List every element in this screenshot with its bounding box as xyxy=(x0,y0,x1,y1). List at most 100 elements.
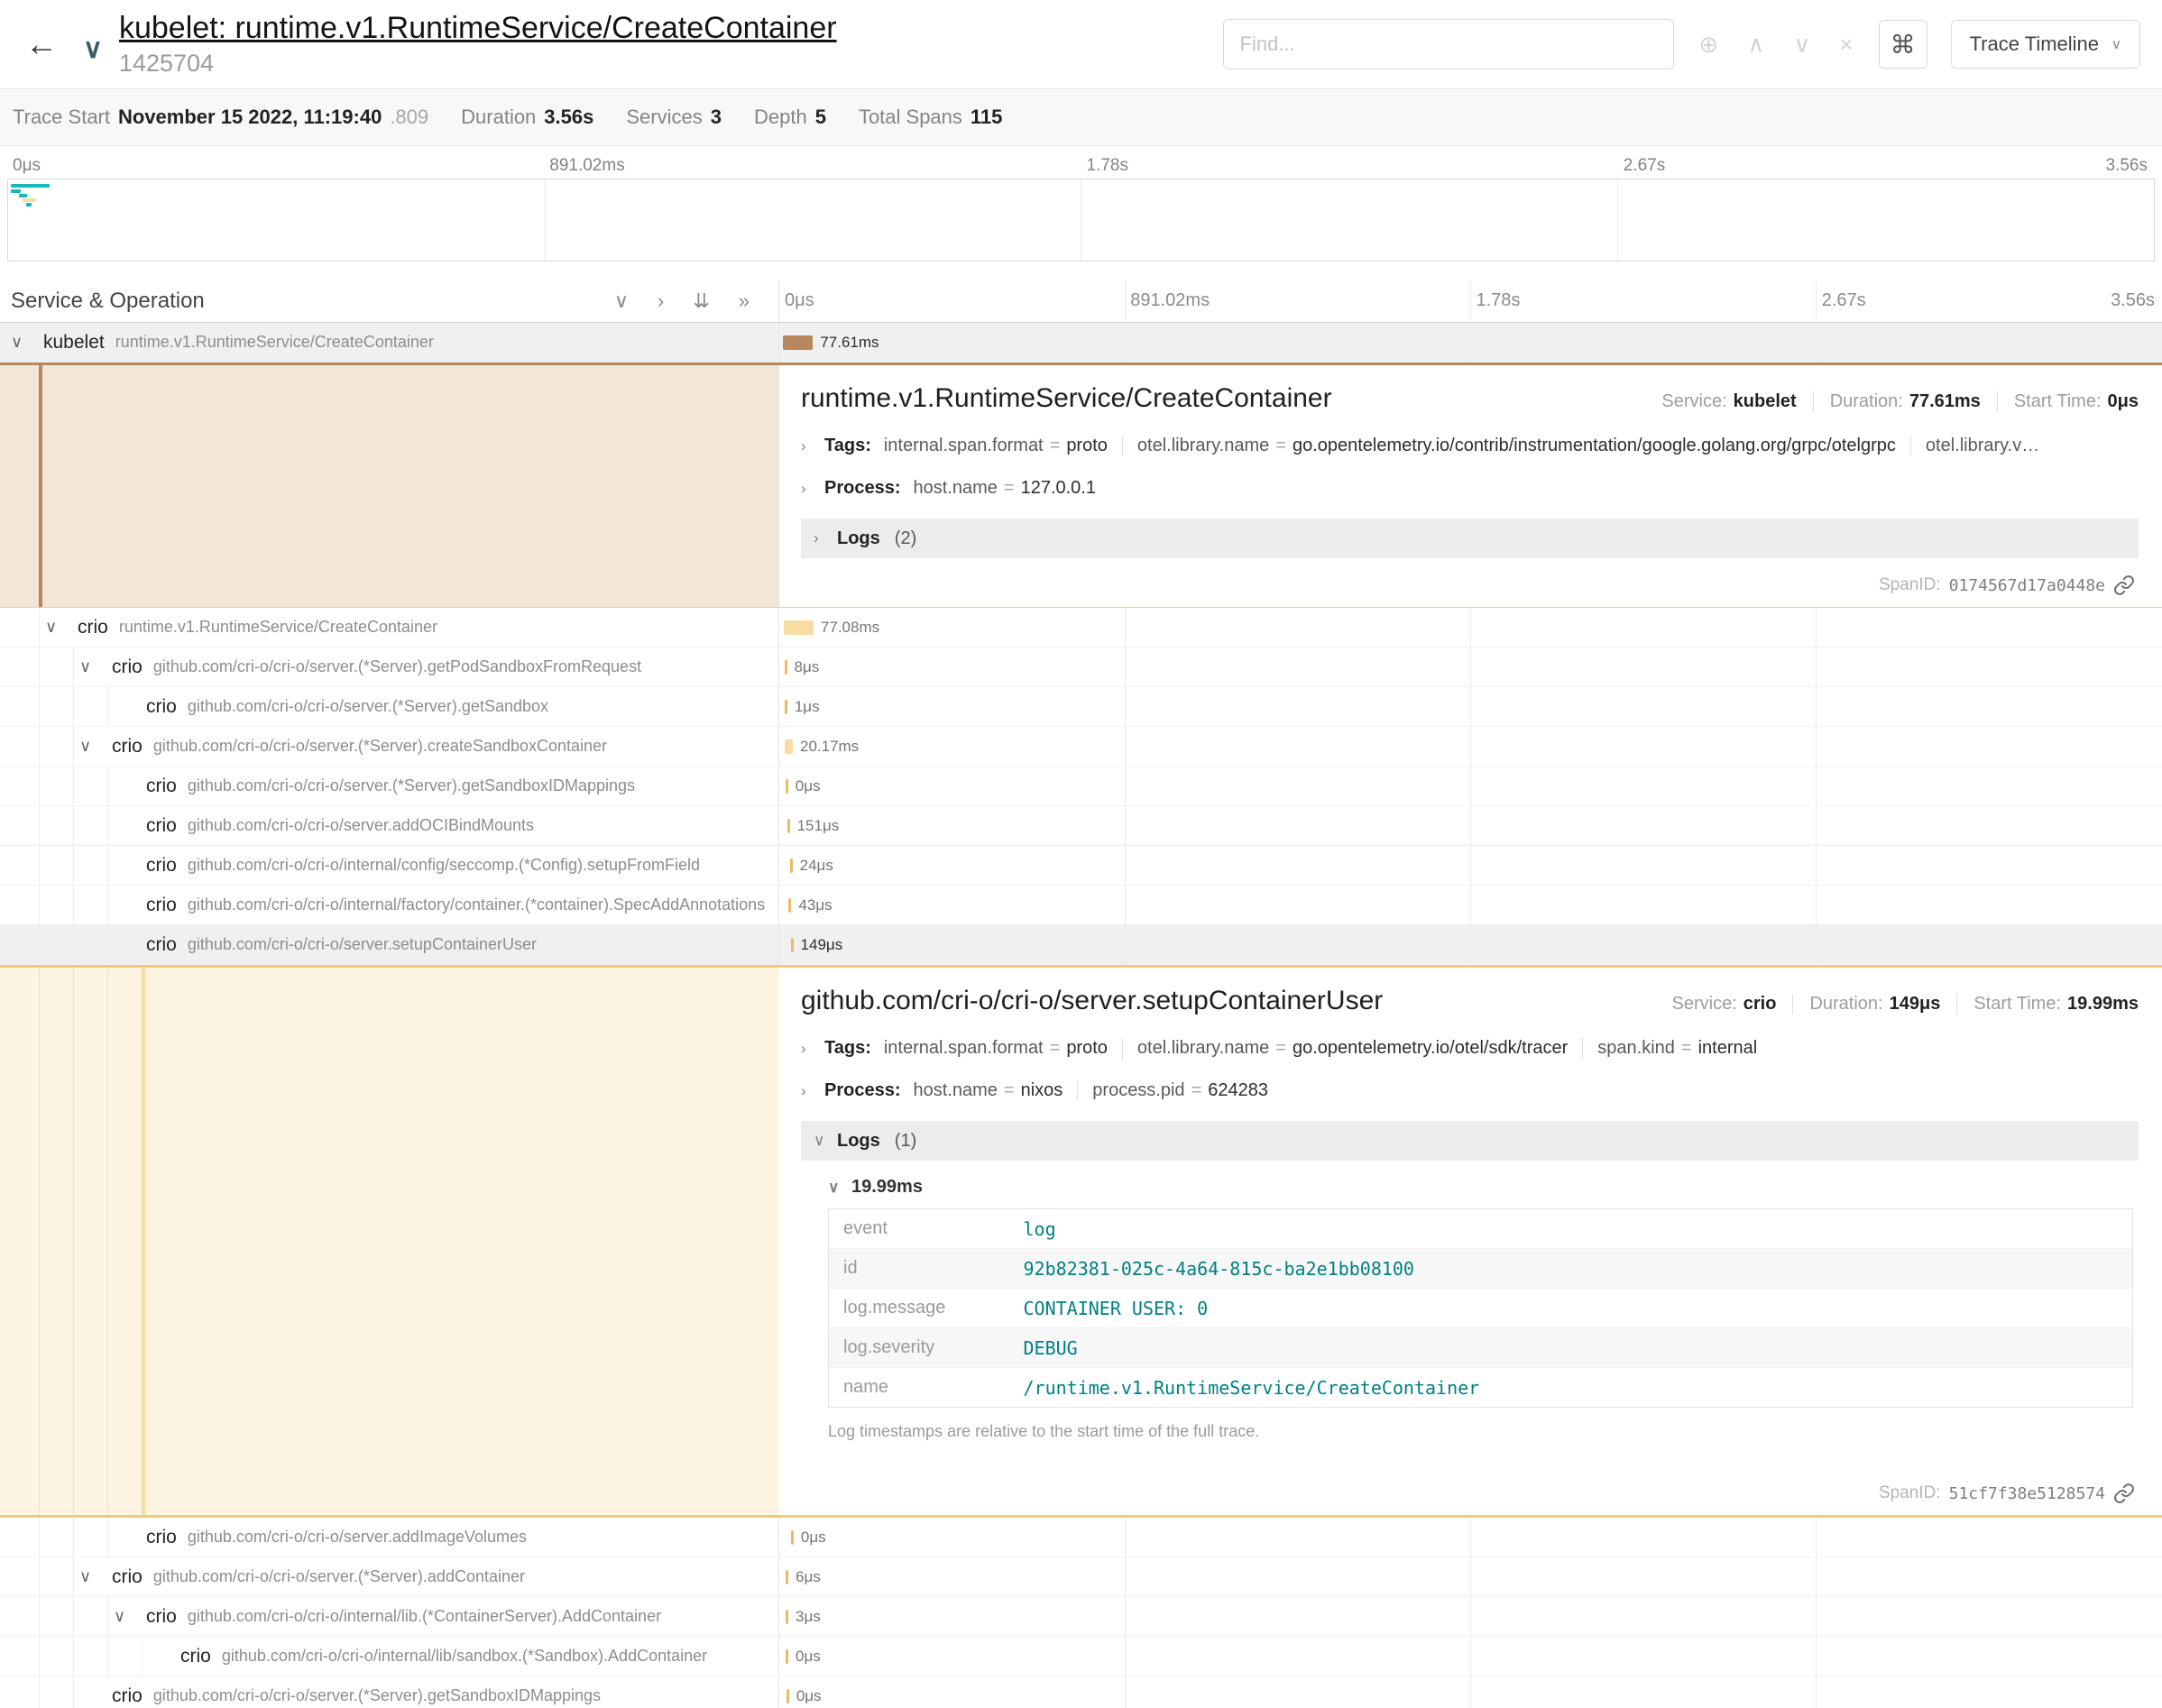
span-row[interactable]: ∨kubeletruntime.v1.RuntimeService/Create… xyxy=(0,323,2162,363)
span-duration-bar[interactable] xyxy=(783,335,813,350)
span-duration-label: 149μs xyxy=(801,936,843,954)
span-row[interactable]: ∨criogithub.com/cri-o/cri-o/internal/lib… xyxy=(0,1597,2162,1637)
span-duration-bar[interactable] xyxy=(787,819,790,833)
span-duration-bar[interactable] xyxy=(786,1610,788,1624)
span-row[interactable]: criogithub.com/cri-o/cri-o/server.setupC… xyxy=(0,925,2162,965)
expand-all-icon[interactable]: » xyxy=(739,289,750,313)
link-icon[interactable] xyxy=(2113,1483,2135,1504)
span-row[interactable]: criogithub.com/cri-o/cri-o/server.(*Serv… xyxy=(0,1676,2162,1708)
span-row[interactable]: criogithub.com/cri-o/cri-o/internal/lib/… xyxy=(0,1637,2162,1676)
find-zone: ⊕ ∧ ∨ × ⌘ Trace Timeline ∨ xyxy=(1223,19,2144,69)
span-duration-bar[interactable] xyxy=(786,1649,788,1664)
span-service-name: crio xyxy=(112,1566,143,1588)
span-duration-bar[interactable] xyxy=(791,938,794,952)
span-duration-bar[interactable] xyxy=(790,859,793,873)
span-service-name: crio xyxy=(146,895,177,916)
span-duration-bar[interactable] xyxy=(785,700,787,714)
tags-accordion[interactable]: › Tags: internal.span.format=protootel.l… xyxy=(801,436,2139,456)
find-match-controls: ⊕ ∧ ∨ × xyxy=(1699,31,1854,59)
tree-guide-line xyxy=(73,846,74,885)
span-bar-wrap: 77.61ms xyxy=(783,323,879,362)
trace-title-link[interactable]: kubelet: runtime.v1.RuntimeService/Creat… xyxy=(119,11,837,45)
tree-guide-line xyxy=(39,1637,40,1676)
span-toggle-icon[interactable]: ∨ xyxy=(79,737,112,756)
span-operation-name: runtime.v1.RuntimeService/CreateContaine… xyxy=(115,333,434,352)
tree-guide-line xyxy=(142,1637,143,1676)
tags-list: internal.span.format=protootel.library.n… xyxy=(884,1038,1771,1059)
process-accordion[interactable]: › Process: host.name=nixosprocess.pid=62… xyxy=(801,1080,2139,1101)
span-bar-wrap: 24μs xyxy=(790,846,833,885)
span-row[interactable]: criogithub.com/cri-o/cri-o/server.(*Serv… xyxy=(0,767,2162,806)
span-toggle-icon[interactable]: ∨ xyxy=(79,657,112,676)
span-duration-label: 20.17ms xyxy=(800,738,859,756)
keyboard-shortcuts-button[interactable]: ⌘ xyxy=(1879,20,1927,69)
tree-guide-line xyxy=(107,925,108,964)
match-target-icon[interactable]: ⊕ xyxy=(1699,31,1719,59)
span-duration-label: 1μs xyxy=(795,698,820,716)
span-duration-bar[interactable] xyxy=(788,898,791,913)
span-duration-bar[interactable] xyxy=(786,1570,788,1584)
tree-guide-line xyxy=(39,608,40,647)
span-row[interactable]: ∨criogithub.com/cri-o/cri-o/server.(*Ser… xyxy=(0,727,2162,767)
span-duration-bar[interactable] xyxy=(784,620,814,635)
span-row[interactable]: criogithub.com/cri-o/cri-o/internal/conf… xyxy=(0,846,2162,886)
span-timeline-cell: 151μs xyxy=(779,806,2162,845)
minimap-span-bar xyxy=(23,198,36,202)
log-field-row: log.severityDEBUG xyxy=(829,1328,2133,1368)
next-match-icon[interactable]: ∨ xyxy=(1793,31,1810,59)
collapse-one-icon[interactable]: ∨ xyxy=(614,289,629,313)
tags-accordion[interactable]: › Tags: internal.span.format=protootel.l… xyxy=(801,1038,2139,1059)
log-entry-toggle[interactable]: ∨ 19.99ms xyxy=(828,1177,2139,1198)
tree-guide-line xyxy=(73,687,74,726)
process-accordion[interactable]: › Process: host.name=127.0.0.1 xyxy=(801,478,2139,499)
span-duration-label: 24μs xyxy=(800,857,833,875)
span-operation-name: github.com/cri-o/cri-o/server.setupConta… xyxy=(188,935,537,954)
service-value: kubelet xyxy=(1734,391,1797,411)
span-id-row: SpanID: 0174567d17a0448e xyxy=(801,562,2139,607)
tags-list: internal.span.format=protootel.library.n… xyxy=(884,436,2054,456)
clear-search-icon[interactable]: × xyxy=(1839,31,1853,59)
span-duration-bar[interactable] xyxy=(786,779,788,794)
logs-accordion[interactable]: › Logs (2) xyxy=(801,519,2139,558)
span-row[interactable]: criogithub.com/cri-o/cri-o/server.addOCI… xyxy=(0,806,2162,846)
duration-label: Duration: xyxy=(1809,994,1882,1014)
trace-view-dropdown[interactable]: Trace Timeline ∨ xyxy=(1951,20,2140,69)
find-input[interactable] xyxy=(1223,19,1674,69)
tree-guide-line xyxy=(73,925,74,964)
logs-accordion[interactable]: ∨ Logs (1) xyxy=(801,1121,2139,1161)
minimap-canvas[interactable] xyxy=(7,179,2155,262)
tree-guide-line xyxy=(73,1518,74,1556)
trace-collapse-chevron-icon[interactable]: ∨ xyxy=(83,33,103,65)
span-duration-bar[interactable] xyxy=(791,1530,794,1545)
tree-guide-line xyxy=(73,1597,74,1636)
span-toggle-icon[interactable]: ∨ xyxy=(114,1607,146,1626)
span-duration-bar[interactable] xyxy=(785,660,787,675)
link-icon[interactable] xyxy=(2113,574,2135,596)
span-operation-name: github.com/cri-o/cri-o/internal/config/s… xyxy=(188,856,700,875)
span-row[interactable]: criogithub.com/cri-o/cri-o/internal/fact… xyxy=(0,886,2162,925)
span-row[interactable]: ∨criogithub.com/cri-o/cri-o/server.(*Ser… xyxy=(0,1557,2162,1597)
span-toggle-icon[interactable]: ∨ xyxy=(45,618,78,637)
command-icon: ⌘ xyxy=(1891,30,1916,60)
prev-match-icon[interactable]: ∧ xyxy=(1747,31,1764,59)
span-row[interactable]: ∨criogithub.com/cri-o/cri-o/server.(*Ser… xyxy=(0,647,2162,687)
key-value-pair: host.name=nixos xyxy=(914,1080,1078,1101)
span-toggle-icon[interactable]: ∨ xyxy=(11,333,43,352)
span-row[interactable]: criogithub.com/cri-o/cri-o/server.(*Serv… xyxy=(0,687,2162,727)
span-duration-bar[interactable] xyxy=(787,1689,789,1703)
key-value-pair: span.kind=internal xyxy=(1582,1038,1771,1059)
tree-guide-line xyxy=(107,806,108,845)
span-bar-wrap: 0μs xyxy=(786,767,821,805)
back-arrow-icon: ← xyxy=(25,25,58,62)
back-button[interactable]: ← xyxy=(25,25,58,63)
key-value-pair: internal.span.format=proto xyxy=(884,1038,1122,1059)
span-operation-name: github.com/cri-o/cri-o/server.(*Server).… xyxy=(188,776,635,795)
span-duration-bar[interactable] xyxy=(785,739,793,754)
span-row[interactable]: ∨crioruntime.v1.RuntimeService/CreateCon… xyxy=(0,608,2162,647)
tree-guide-line xyxy=(107,1637,108,1676)
tree-guide-line xyxy=(39,886,40,924)
span-toggle-icon[interactable]: ∨ xyxy=(79,1567,112,1586)
expand-one-icon[interactable]: › xyxy=(658,289,664,313)
collapse-all-icon[interactable]: ⇊ xyxy=(693,289,709,313)
span-row[interactable]: criogithub.com/cri-o/cri-o/server.addIma… xyxy=(0,1518,2162,1557)
